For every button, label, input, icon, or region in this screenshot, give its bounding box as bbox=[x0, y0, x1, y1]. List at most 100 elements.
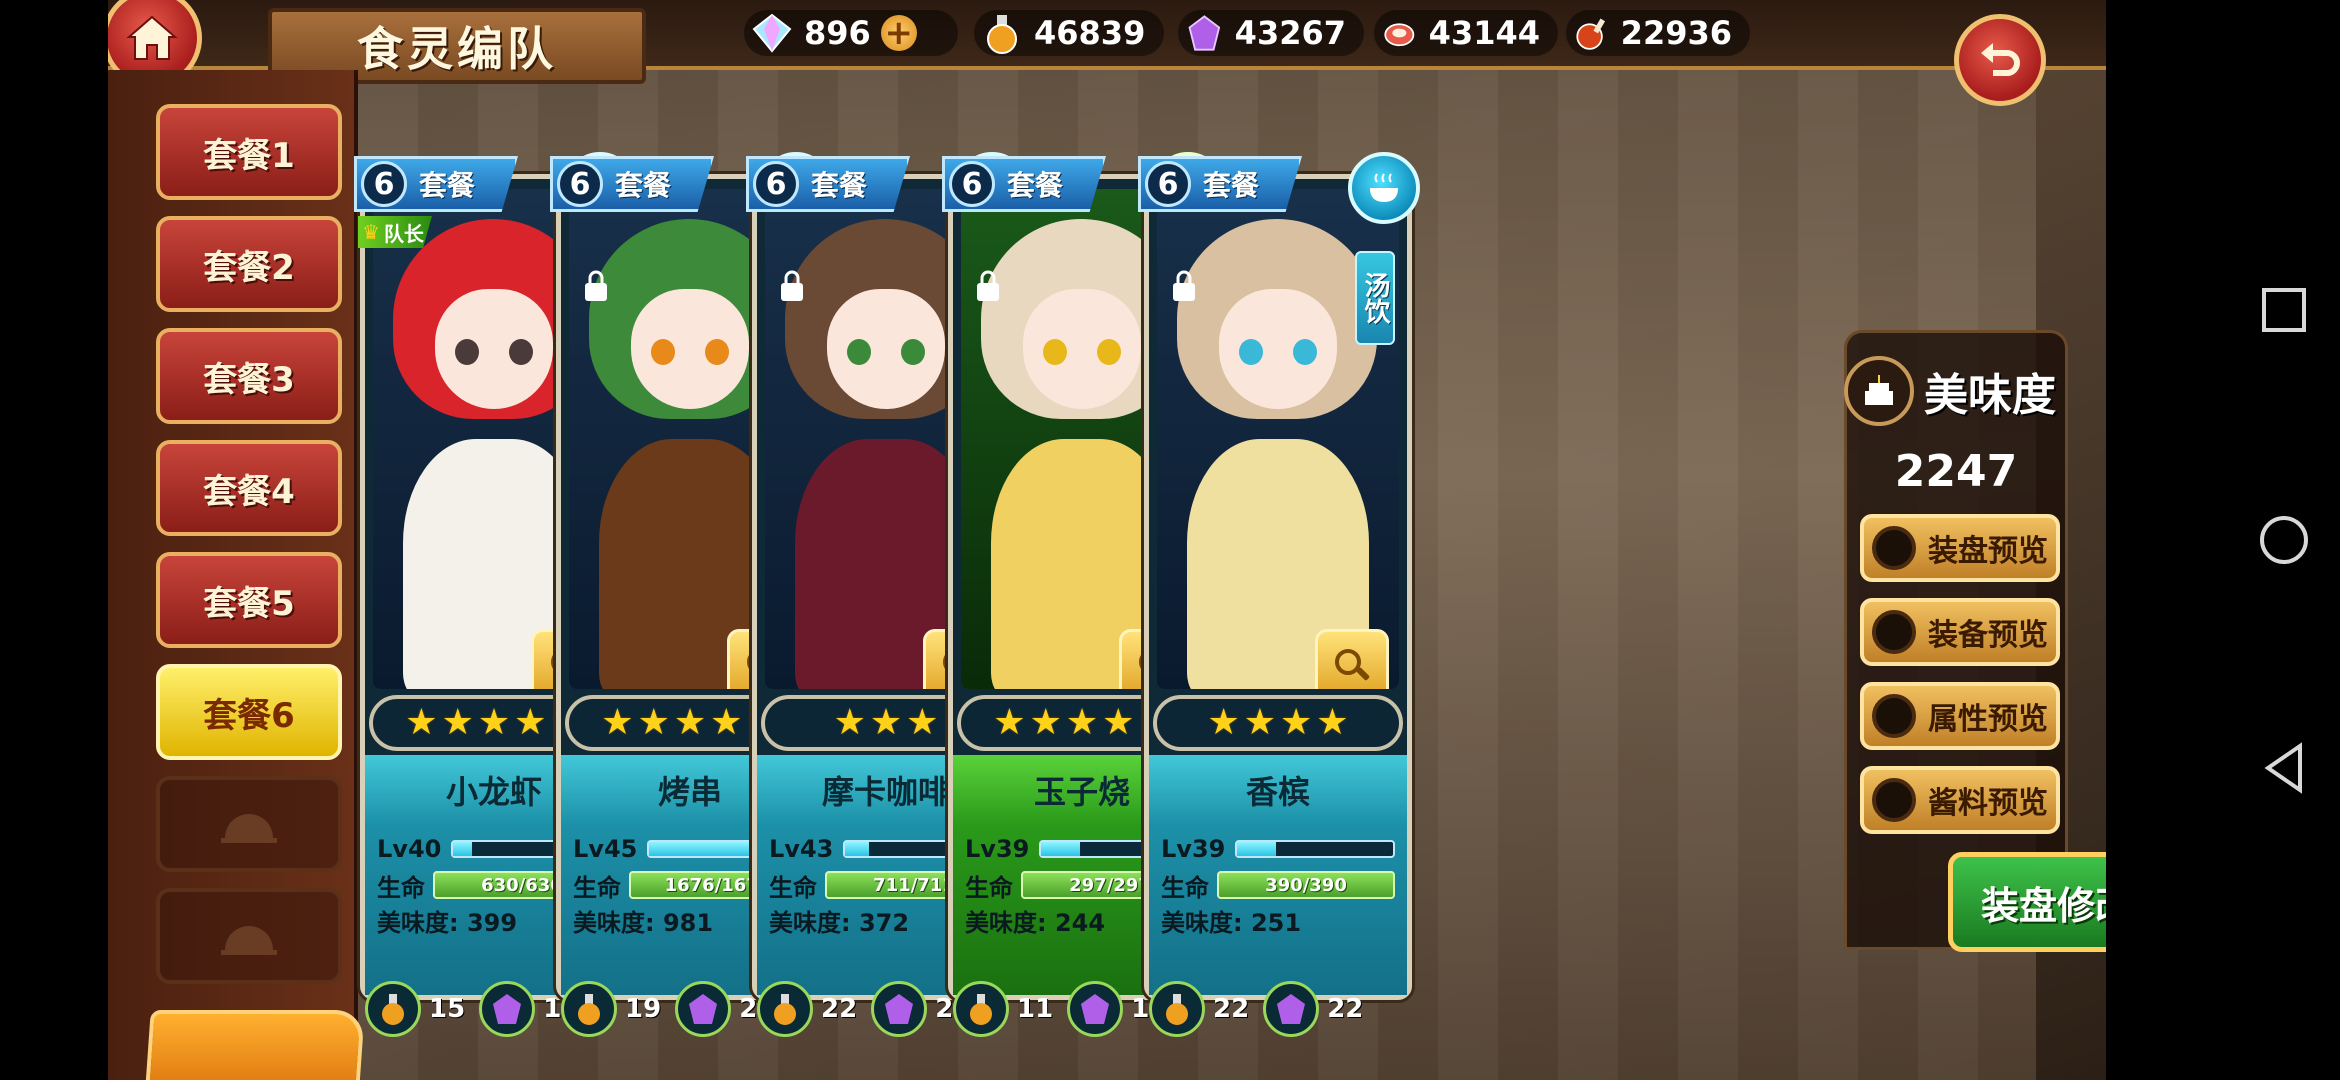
equipment-preview-toggle[interactable]: 装备预览 bbox=[1860, 598, 2060, 666]
crown-icon: ♛ bbox=[362, 220, 380, 244]
star-icon: ★ bbox=[1102, 702, 1135, 743]
preview-label: 酱料预览 bbox=[1928, 786, 2048, 821]
star-icon: ★ bbox=[906, 702, 939, 743]
radio-icon bbox=[1872, 526, 1916, 570]
set-label: 套餐 bbox=[1203, 169, 1260, 202]
flask-count: 46839 bbox=[1034, 14, 1146, 52]
character-stats: Lv39 生命 390/390 美味度: 251 22 22 bbox=[1149, 825, 1407, 1037]
crystal-cost-icon bbox=[1263, 981, 1320, 1037]
home-nav-icon[interactable] bbox=[2256, 512, 2312, 568]
level-line: Lv39 bbox=[1161, 831, 1395, 867]
star-icon: ★ bbox=[637, 702, 670, 743]
set-tab-4[interactable]: 套餐4 bbox=[156, 440, 342, 536]
star-icon: ★ bbox=[1065, 702, 1099, 743]
lock-icon bbox=[585, 270, 607, 301]
crystal-cost-icon bbox=[871, 981, 928, 1037]
set-tab-locked-7 bbox=[156, 776, 342, 872]
cloche-icon bbox=[221, 814, 277, 843]
set-badge: 6 套餐 bbox=[1138, 156, 1302, 212]
resource-rainbow-gem: 896 + bbox=[744, 10, 958, 56]
hp-label: 生命 bbox=[1161, 873, 1209, 902]
level-label: Lv40 bbox=[377, 835, 442, 863]
taste-value: 美味度: 251 bbox=[1161, 909, 1302, 937]
lock-icon bbox=[1173, 270, 1195, 301]
plating-preview-toggle[interactable]: 装盘预览 bbox=[1860, 514, 2060, 582]
resource-gold-flask: 46839 bbox=[974, 10, 1164, 56]
hp-label: 生命 bbox=[573, 873, 621, 902]
hp-line: 生命 390/390 bbox=[1161, 867, 1395, 903]
taste-title: 美味度 bbox=[1924, 370, 2056, 421]
star-icon: ★ bbox=[833, 702, 866, 743]
star-icon: ★ bbox=[477, 702, 511, 743]
portrait-face bbox=[1023, 289, 1141, 409]
hp-label: 生命 bbox=[965, 873, 1013, 902]
back-nav-icon[interactable] bbox=[2256, 740, 2312, 796]
character-card[interactable]: 汤饮 ★ ★ ★ ★ 香槟 Lv39 生命 390/390 美味度: 251 2… bbox=[1138, 152, 1420, 1037]
attribute-preview-toggle[interactable]: 属性预览 bbox=[1860, 682, 2060, 750]
add-gem-button[interactable]: + bbox=[880, 15, 917, 51]
star-icon: ★ bbox=[405, 702, 438, 743]
flask-icon bbox=[987, 15, 1017, 54]
magnifier-icon bbox=[1335, 649, 1370, 681]
cloche-icon bbox=[221, 926, 277, 955]
purple-crystal-icon bbox=[1188, 15, 1221, 51]
radio-icon bbox=[1872, 610, 1916, 654]
star-icon: ★ bbox=[1316, 702, 1349, 743]
character-portrait: 汤饮 bbox=[1157, 189, 1399, 689]
preview-label: 属性预览 bbox=[1928, 702, 2048, 737]
taste-total: 2247 bbox=[1894, 446, 2018, 497]
star-icon: ★ bbox=[710, 702, 743, 743]
set-number: 6 bbox=[753, 161, 799, 207]
exp-bar-fill bbox=[453, 842, 473, 856]
set-tab-2[interactable]: 套餐2 bbox=[156, 216, 342, 312]
set-number: 6 bbox=[557, 161, 603, 207]
bottom-tab[interactable] bbox=[145, 1010, 365, 1080]
set-badge: 6 套餐 bbox=[550, 156, 714, 212]
star-icon: ★ bbox=[1029, 702, 1062, 743]
set-tab-locked-8 bbox=[156, 888, 342, 984]
star-icon: ★ bbox=[441, 702, 474, 743]
set-tab-5[interactable]: 套餐5 bbox=[156, 552, 342, 648]
level-label: Lv39 bbox=[965, 835, 1030, 863]
taste-header: 美味度 bbox=[1844, 356, 2056, 426]
cost-row: 22 22 bbox=[1149, 981, 1407, 1037]
set-tab-6[interactable]: 套餐6 bbox=[156, 664, 342, 760]
hp-bar: 390/390 bbox=[1217, 871, 1395, 899]
inspect-button[interactable] bbox=[1315, 629, 1389, 689]
character-name: 香槟 bbox=[1149, 755, 1407, 825]
crystal-cost-icon bbox=[675, 981, 732, 1037]
radio-icon bbox=[1872, 694, 1916, 738]
flask-cost: 22 bbox=[1213, 994, 1250, 1024]
level-label: Lv43 bbox=[769, 835, 834, 863]
set-badge: 6 套餐 bbox=[746, 156, 910, 212]
star-icon: ★ bbox=[1280, 702, 1313, 743]
soup-bowl-icon bbox=[1370, 173, 1398, 202]
level-label: Lv45 bbox=[573, 835, 638, 863]
drumstick-count: 22936 bbox=[1620, 14, 1732, 52]
portrait-face bbox=[435, 289, 553, 409]
exp-bar-fill bbox=[1041, 842, 1081, 856]
set-tab-3[interactable]: 套餐3 bbox=[156, 328, 342, 424]
set-number: 6 bbox=[361, 161, 407, 207]
edit-plating-button[interactable]: 装盘修改 bbox=[1948, 852, 2106, 952]
portrait-eye bbox=[705, 339, 729, 365]
hp-label: 生命 bbox=[769, 873, 817, 902]
lock-icon bbox=[977, 270, 999, 301]
portrait-face bbox=[827, 289, 945, 409]
sauce-preview-toggle[interactable]: 酱料预览 bbox=[1860, 766, 2060, 834]
star-icon: ★ bbox=[869, 702, 903, 743]
game-screen: 食灵编队 896 + 46839 43267 43144 22936 套餐1 套… bbox=[108, 0, 2106, 1080]
crystal-cost: 22 bbox=[1327, 994, 1364, 1024]
set-label: 套餐 bbox=[419, 169, 476, 202]
flask-cost-icon bbox=[1149, 981, 1205, 1037]
card-frame: 汤饮 ★ ★ ★ ★ 香槟 Lv39 生命 390/390 美味度: 251 2… bbox=[1144, 174, 1412, 1037]
portrait-eye bbox=[651, 339, 675, 365]
resource-drumstick: 22936 bbox=[1566, 10, 1750, 56]
set-tab-1[interactable]: 套餐1 bbox=[156, 104, 342, 200]
back-button[interactable] bbox=[1954, 14, 2046, 106]
home-icon bbox=[126, 15, 178, 60]
recents-icon[interactable] bbox=[2256, 282, 2312, 338]
star-rating: ★ ★ ★ ★ bbox=[1153, 695, 1403, 751]
portrait-face bbox=[631, 289, 749, 409]
set-label: 套餐 bbox=[1007, 169, 1064, 202]
